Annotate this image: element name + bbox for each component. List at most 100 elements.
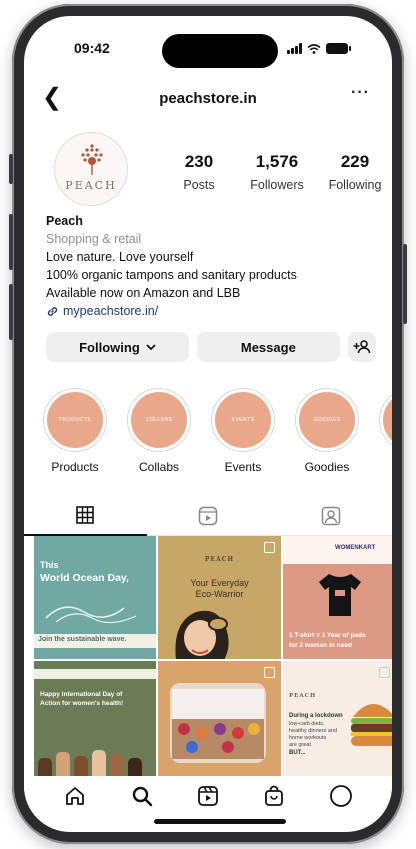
following-label: Following — [328, 178, 382, 192]
woman-illustration — [175, 610, 229, 659]
post-thumbnail[interactable] — [158, 661, 281, 784]
post-banner: Join the sustainable wave. — [34, 634, 156, 648]
tagged-icon — [321, 506, 340, 525]
nav-search[interactable] — [129, 783, 155, 809]
post-text: low-carb diets, — [289, 721, 325, 727]
following-button[interactable]: Following — [46, 332, 189, 362]
highlight-cover-text: COLLABS — [145, 417, 173, 423]
post-text: PEACH — [289, 693, 317, 699]
chevron-down-icon — [146, 343, 156, 350]
add-person-button[interactable] — [347, 332, 376, 362]
highlight-label: Products — [51, 460, 99, 474]
message-button[interactable]: Message — [196, 332, 340, 362]
battery-icon — [326, 43, 351, 54]
tab-tagged[interactable] — [269, 496, 392, 536]
multi-post-icon — [379, 667, 390, 678]
profile-handle: peachstore.in — [159, 90, 257, 107]
group-photo-illustration — [172, 689, 264, 759]
message-button-label: Message — [240, 339, 296, 355]
post-text: During a lockdown — [289, 713, 343, 719]
nav-home[interactable] — [62, 783, 88, 809]
mute-switch — [9, 154, 13, 184]
bio-line: 100% organic tampons and sanitary produc… — [46, 268, 297, 282]
post-text: home workouts — [289, 735, 327, 741]
nav-reels[interactable] — [195, 783, 221, 809]
bottom-nav — [24, 776, 392, 816]
post-thumbnail[interactable]: WOMENKART 1 T-shirt = 1 Year of pads for… — [283, 536, 392, 659]
tab-posts-grid[interactable] — [24, 496, 147, 536]
signal-icon — [287, 43, 302, 54]
story-highlights: PRODUCTS Products COLLABS Collabs EVENTS… — [42, 388, 392, 474]
highlight-cover: GOODIES — [299, 392, 355, 448]
post-text: Eco-Warrior — [195, 589, 244, 599]
profile-stats: 230 Posts 1,576 Followers 229 Following — [164, 152, 390, 192]
screen: 09:42 ❮ peachstore.in ··· PEACH 230 Post… — [24, 16, 392, 832]
multi-post-icon — [264, 667, 275, 678]
nav-profile[interactable] — [328, 783, 354, 809]
reels-icon — [198, 786, 218, 806]
wave-illustration — [45, 606, 137, 624]
post-text: Your Everyday — [190, 578, 249, 588]
highlight-ring: GOODIES — [295, 388, 359, 452]
following-button-label: Following — [79, 339, 140, 355]
power-button — [403, 244, 407, 324]
post-thumbnail[interactable]: PEACH During a lockdown low-carb diets, … — [283, 661, 392, 784]
post-thumbnail[interactable]: This World Ocean Day, Join the sustainab… — [34, 536, 156, 659]
highlight-cover-text: EVENTS — [231, 417, 255, 423]
posts-count: 230 — [184, 152, 214, 171]
highlight-label: Goodies — [304, 460, 350, 474]
tab-reels[interactable] — [146, 496, 270, 536]
highlight-events[interactable]: EVENTS Events — [210, 388, 276, 474]
highlight-more[interactable] — [378, 388, 392, 474]
burger-illustration — [351, 704, 392, 746]
volume-down-button — [9, 284, 13, 340]
home-indicator[interactable] — [154, 819, 286, 824]
home-icon — [66, 787, 85, 805]
followers-label: Followers — [250, 178, 304, 192]
reels-icon — [198, 506, 218, 525]
post-text: are great — [289, 742, 312, 748]
more-options-icon[interactable]: ··· — [351, 84, 370, 102]
highlight-cover-text: PRODUCTS — [58, 417, 92, 423]
highlight-cover: PRODUCTS — [47, 392, 103, 448]
posts-label: Posts — [183, 178, 215, 192]
profile-name: Peach — [46, 214, 83, 228]
post-thumbnail[interactable]: PEACH Your Everyday Eco-Warrior — [158, 536, 281, 659]
following-stat[interactable]: 229 Following — [320, 152, 390, 192]
wifi-icon — [307, 43, 321, 54]
nav-shop[interactable] — [261, 783, 287, 809]
post-header-strip — [34, 669, 156, 679]
post-text: World Ocean Day, — [40, 572, 129, 584]
profile-actions: Following Message — [46, 332, 376, 362]
highlight-ring: COLLABS — [127, 388, 191, 452]
highlight-goodies[interactable]: GOODIES Goodies — [294, 388, 360, 474]
bio-line: Love nature. Love yourself — [46, 250, 194, 264]
post-text: for 2 women in need — [289, 642, 352, 649]
highlight-ring: EVENTS — [211, 388, 275, 452]
grid-icon — [76, 506, 95, 524]
volume-up-button — [9, 214, 13, 270]
post-thumbnail[interactable]: Happy International Day of Action for wo… — [34, 661, 156, 784]
post-text: BUT... — [289, 750, 306, 756]
bio-line: Available now on Amazon and LBB — [46, 286, 241, 300]
post-text: This — [40, 560, 59, 570]
bio-link[interactable]: mypeachstore.in/ — [46, 302, 376, 320]
posts-stat[interactable]: 230 Posts — [164, 152, 234, 192]
profile-category: Shopping & retail — [46, 232, 142, 246]
avatar[interactable]: PEACH — [54, 132, 128, 206]
bio-link-text: mypeachstore.in/ — [63, 304, 159, 318]
post-text: Happy International Day of — [40, 691, 123, 698]
post-text: Action for women's health! — [40, 700, 124, 707]
highlight-collabs[interactable]: COLLABS Collabs — [126, 388, 192, 474]
highlight-products[interactable]: PRODUCTS Products — [42, 388, 108, 474]
post-text: healthy dinners and — [289, 728, 338, 734]
highlight-ring — [379, 388, 392, 452]
highlight-cover: EVENTS — [215, 392, 271, 448]
shopping-bag-icon — [265, 785, 284, 806]
followers-stat[interactable]: 1,576 Followers — [242, 152, 312, 192]
add-person-icon — [353, 340, 371, 354]
post-text: PEACH — [204, 556, 235, 563]
post-header-strip: WOMENKART — [283, 536, 392, 564]
post-text: Join the sustainable wave. — [38, 636, 127, 643]
profile-header: ❮ peachstore.in ··· — [24, 84, 392, 114]
